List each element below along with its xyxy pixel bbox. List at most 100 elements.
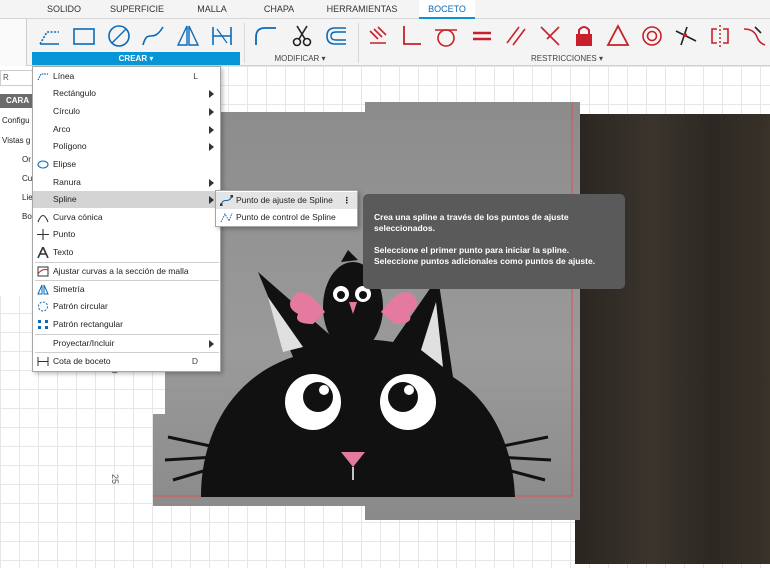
sketch-dimension-icon [37, 357, 49, 366]
menu-item-label: Ajustar curvas a la sección de malla [53, 266, 189, 276]
control-point-spline-icon [220, 212, 233, 223]
rectangle-tool-icon[interactable] [70, 22, 98, 50]
fit-point-spline-icon [220, 195, 233, 206]
perpendicular-x-constraint-icon[interactable] [536, 22, 564, 50]
menu-item-proyectar-incluir[interactable]: Proyectar/Incluir [33, 335, 220, 352]
tooltip-description: Crea una spline a través de los puntos d… [374, 212, 569, 233]
tab-herramientas[interactable]: HERRAMIENTAS [322, 0, 402, 19]
browser-row[interactable]: Lie [2, 190, 33, 205]
ribbon-toolbar: CREAR ▾ MODIFICAR ▾ RESTRICCIONES ▾ [0, 19, 770, 66]
trim-tool-icon[interactable] [288, 22, 316, 50]
submenu-item-punto-ajuste-spline[interactable]: Punto de ajuste de Spline ⋮ [216, 192, 357, 209]
menu-item-circulo[interactable]: Círculo [33, 103, 220, 120]
menu-item-punto[interactable]: Punto [33, 226, 220, 243]
spline-tool-icon[interactable] [139, 22, 167, 50]
spline-submenu: Punto de ajuste de Spline ⋮ Punto de con… [215, 190, 358, 227]
coincident-constraint-icon[interactable] [364, 22, 392, 50]
perpendicular-constraint-icon[interactable] [398, 22, 426, 50]
tab-boceto[interactable]: BOCETO [419, 0, 475, 19]
menu-item-shortcut: D [191, 356, 198, 366]
tab-malla[interactable]: MALLA [186, 0, 238, 19]
browser-row[interactable]: Bo [2, 209, 33, 224]
ribbon-separator [358, 23, 359, 63]
midpoint-constraint-icon[interactable] [604, 22, 632, 50]
spline-tooltip: Crea una spline a través de los puntos d… [363, 194, 625, 289]
menu-item-cota-boceto[interactable]: Cota de boceto D [33, 353, 220, 370]
submenu-arrow-icon [209, 126, 214, 134]
line-tool-icon[interactable] [36, 22, 64, 50]
menu-item-label: Rectángulo [53, 88, 97, 98]
browser-row[interactable]: Or [2, 152, 33, 167]
menu-item-shortcut: L [193, 71, 198, 81]
menu-item-label: Patrón circular [53, 301, 108, 311]
circle-tool-icon[interactable] [105, 22, 133, 50]
submenu-arrow-icon [209, 179, 214, 187]
menu-item-arco[interactable]: Arco [33, 121, 220, 138]
modificar-dropdown-button[interactable]: MODIFICAR ▾ [250, 52, 350, 65]
browser-panel: R CARA Configu Vistas g Or Cu Lie Bo [0, 66, 33, 296]
more-options-icon[interactable]: ⋮ [343, 192, 352, 209]
menu-item-patron-rectangular[interactable]: Patrón rectangular [33, 316, 220, 333]
menu-item-label: Cota de boceto [53, 356, 111, 366]
lock-constraint-icon[interactable] [570, 22, 598, 50]
project-tool-icon[interactable] [208, 22, 236, 50]
line-icon [37, 73, 48, 81]
fix-curvature-constraint-icon[interactable] [740, 22, 768, 50]
menu-item-label: Círculo [53, 106, 80, 116]
mirror-icon [37, 284, 49, 295]
collinear-constraint-icon[interactable] [672, 22, 700, 50]
browser-row[interactable]: Configu [2, 113, 33, 128]
fillet-tool-icon[interactable] [252, 22, 280, 50]
submenu-item-label: Punto de ajuste de Spline [236, 195, 333, 205]
symmetry-tool-icon[interactable] [174, 22, 202, 50]
submenu-arrow-icon [209, 340, 214, 348]
tab-superficie[interactable]: SUPERFICIE [104, 0, 170, 19]
menu-item-label: Patrón rectangular [53, 319, 123, 329]
equal-constraint-icon[interactable] [468, 22, 496, 50]
menu-item-label: Curva cónica [53, 212, 103, 222]
browser-search-input[interactable]: R [0, 70, 33, 86]
parallel-constraint-icon[interactable] [502, 22, 530, 50]
ellipse-icon [37, 160, 49, 169]
menu-item-rectangulo[interactable]: Rectángulo [33, 85, 220, 102]
menu-item-simetria[interactable]: Simetría [33, 281, 220, 298]
browser-row[interactable]: Cu [2, 171, 33, 186]
menu-item-ranura[interactable]: Ranura [33, 174, 220, 191]
restricciones-dropdown-button[interactable]: RESTRICCIONES ▾ [364, 52, 770, 65]
menu-item-label: Elipse [53, 159, 77, 169]
submenu-item-label: Punto de control de Spline [236, 212, 336, 222]
offset-tool-icon[interactable] [322, 22, 350, 50]
finish-sketch-area[interactable] [0, 19, 27, 66]
crear-dropdown-button[interactable]: CREAR ▾ [32, 52, 240, 65]
menu-item-poligono[interactable]: Polígono [33, 138, 220, 155]
circular-pattern-icon [38, 301, 48, 312]
browser-row[interactable]: Vistas g [2, 133, 33, 148]
menu-item-label: Spline [53, 194, 77, 204]
point-icon [37, 229, 49, 240]
tangent-constraint-icon[interactable] [432, 22, 460, 50]
symmetry-constraint-icon[interactable] [706, 22, 734, 50]
tab-solido[interactable]: SOLIDO [40, 0, 88, 19]
menu-item-curva-conica[interactable]: Curva cónica [33, 209, 220, 226]
menu-item-label: Texto [53, 247, 74, 257]
menu-item-texto[interactable]: Texto [33, 244, 220, 261]
crear-dropdown-menu: Línea L Rectángulo Círculo Arco Polígono… [32, 66, 221, 372]
submenu-item-punto-control-spline[interactable]: Punto de control de Spline [216, 209, 357, 226]
concentric-constraint-icon[interactable] [638, 22, 666, 50]
browser-header[interactable]: CARA [0, 94, 33, 108]
menu-item-spline[interactable]: Spline [33, 191, 220, 208]
menu-item-ajustar-curvas[interactable]: Ajustar curvas a la sección de malla [33, 263, 220, 280]
menu-item-label: Simetría [53, 284, 85, 294]
menu-item-patron-circular[interactable]: Patrón circular [33, 298, 220, 315]
submenu-arrow-icon [209, 90, 214, 98]
tab-chapa[interactable]: CHAPA [255, 0, 303, 19]
menu-item-label: Línea [53, 71, 75, 81]
workspace-tab-bar: SOLIDO SUPERFICIE MALLA CHAPA HERRAMIENT… [0, 0, 770, 19]
menu-item-elipse[interactable]: Elipse [33, 156, 220, 173]
background-wood-image [575, 114, 770, 564]
menu-item-label: Arco [53, 124, 71, 134]
menu-item-linea[interactable]: Línea L [33, 68, 220, 85]
fit-curves-icon [37, 266, 49, 277]
text-icon [37, 247, 49, 258]
ruler-label: 25 [110, 473, 121, 485]
